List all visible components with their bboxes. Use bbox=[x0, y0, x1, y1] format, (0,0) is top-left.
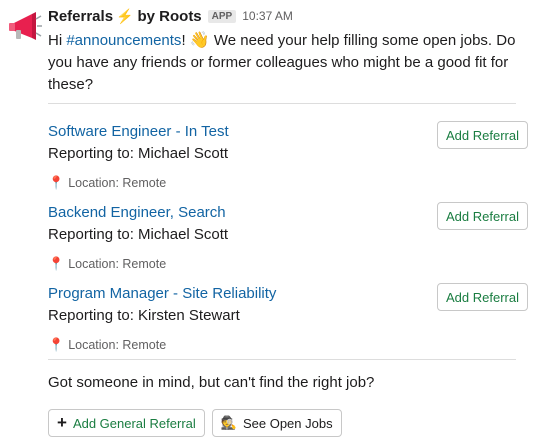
message-text: Hi #announcements! 👋 We need your help f… bbox=[48, 30, 528, 96]
job-location: 📍 Location: Remote bbox=[48, 337, 528, 353]
job-listing: Program Manager - Site Reliability Repor… bbox=[48, 283, 528, 364]
location-text: Location: Remote bbox=[68, 257, 167, 271]
lightning-bolt-icon: ⚡ bbox=[116, 7, 134, 24]
add-referral-button[interactable]: Add Referral bbox=[437, 202, 528, 230]
sender-name[interactable]: Referrals bbox=[48, 8, 113, 25]
footer-text: Got someone in mind, but can't find the … bbox=[48, 374, 375, 391]
job-location: 📍 Location: Remote bbox=[48, 175, 528, 191]
intro-mid: ! bbox=[181, 32, 190, 49]
app-badge: APP bbox=[207, 9, 237, 23]
add-referral-button[interactable]: Add Referral bbox=[437, 283, 528, 311]
intro-prefix: Hi bbox=[48, 32, 67, 49]
pin-icon: 📍 bbox=[48, 256, 65, 271]
pin-icon: 📍 bbox=[48, 175, 65, 190]
job-listing: Backend Engineer, Search Reporting to: M… bbox=[48, 202, 528, 283]
see-open-jobs-button[interactable]: 🕵 See Open Jobs bbox=[211, 409, 342, 437]
add-general-referral-button[interactable]: + Add General Referral bbox=[48, 409, 205, 437]
pin-icon: 📍 bbox=[48, 337, 65, 352]
sender-suffix[interactable]: by Roots bbox=[137, 8, 201, 25]
job-location: 📍 Location: Remote bbox=[48, 256, 528, 272]
megaphone-avatar-icon[interactable] bbox=[6, 8, 42, 44]
waving-hand-icon: 👋 bbox=[189, 32, 210, 49]
location-text: Location: Remote bbox=[68, 176, 167, 190]
job-listing: Software Engineer - In Test Reporting to… bbox=[48, 121, 528, 202]
message-header: Referrals ⚡ by Roots APP 10:37 AM bbox=[48, 6, 528, 26]
message: Referrals ⚡ by Roots APP 10:37 AM Hi #an… bbox=[48, 6, 528, 437]
detective-icon: 🕵 bbox=[220, 415, 237, 430]
footer-actions: + Add General Referral 🕵 See Open Jobs bbox=[48, 409, 528, 437]
plus-icon: + bbox=[57, 413, 67, 432]
divider bbox=[48, 103, 516, 104]
message-timestamp[interactable]: 10:37 AM bbox=[242, 9, 293, 23]
location-text: Location: Remote bbox=[68, 338, 167, 352]
channel-link[interactable]: #announcements bbox=[66, 32, 181, 49]
add-referral-button[interactable]: Add Referral bbox=[437, 121, 528, 149]
add-general-referral-label: Add General Referral bbox=[72, 415, 196, 431]
see-open-jobs-label: See Open Jobs bbox=[242, 415, 333, 431]
